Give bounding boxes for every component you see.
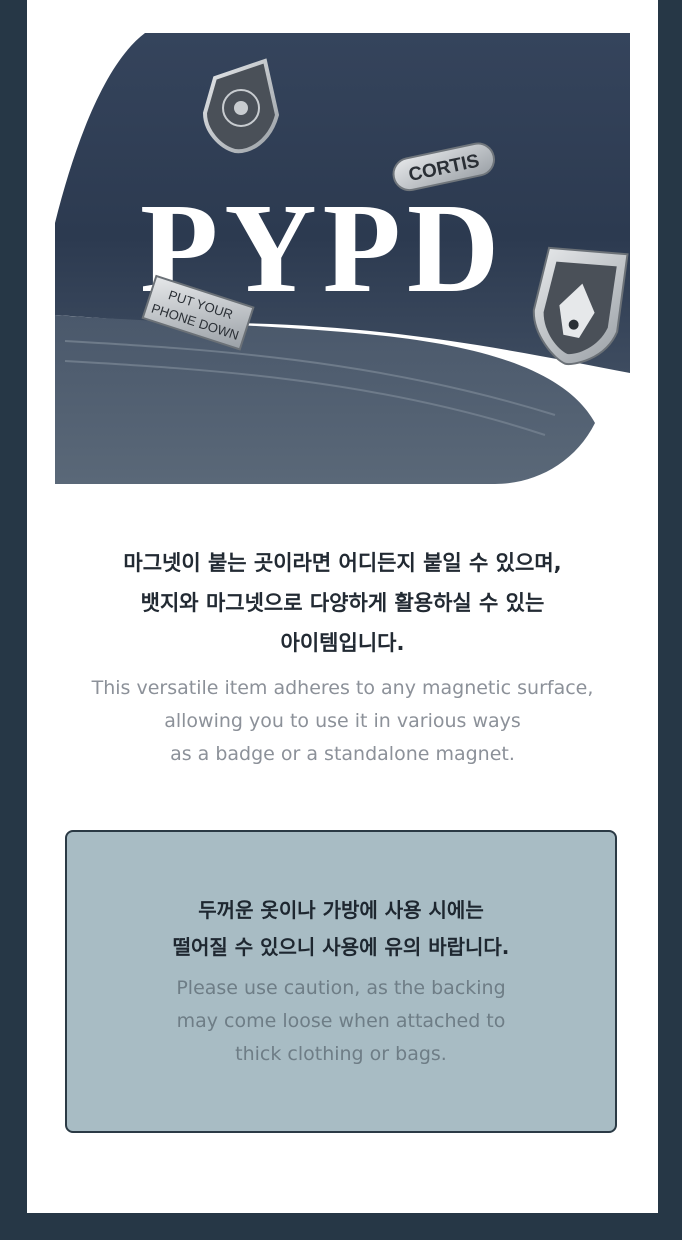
intro-section: 마그넷이 붙는 곳이라면 어디든지 붙일 수 있으며, 뱃지와 마그넷으로 다양…	[27, 543, 658, 771]
notice-english-text: Please use caution, as the backing may c…	[176, 977, 506, 1065]
intro-english-text: This versatile item adheres to any magne…	[91, 677, 594, 765]
caution-notice-box: 두꺼운 옷이나 가방에 사용 시에는 떨어질 수 있으니 사용에 유의 바랍니다…	[65, 830, 617, 1133]
intro-korean-text: 마그넷이 붙는 곳이라면 어디든지 붙일 수 있으며, 뱃지와 마그넷으로 다양…	[123, 551, 562, 655]
notice-korean-text: 두꺼운 옷이나 가방에 사용 시에는 떨어질 수 있으니 사용에 유의 바랍니다…	[172, 898, 510, 959]
product-detail-page: CORTIS PYPD PUT YOUR PHONE DOWN 마그넷이 붙는 …	[27, 0, 658, 1213]
product-photo: CORTIS PYPD PUT YOUR PHONE DOWN	[55, 23, 630, 484]
